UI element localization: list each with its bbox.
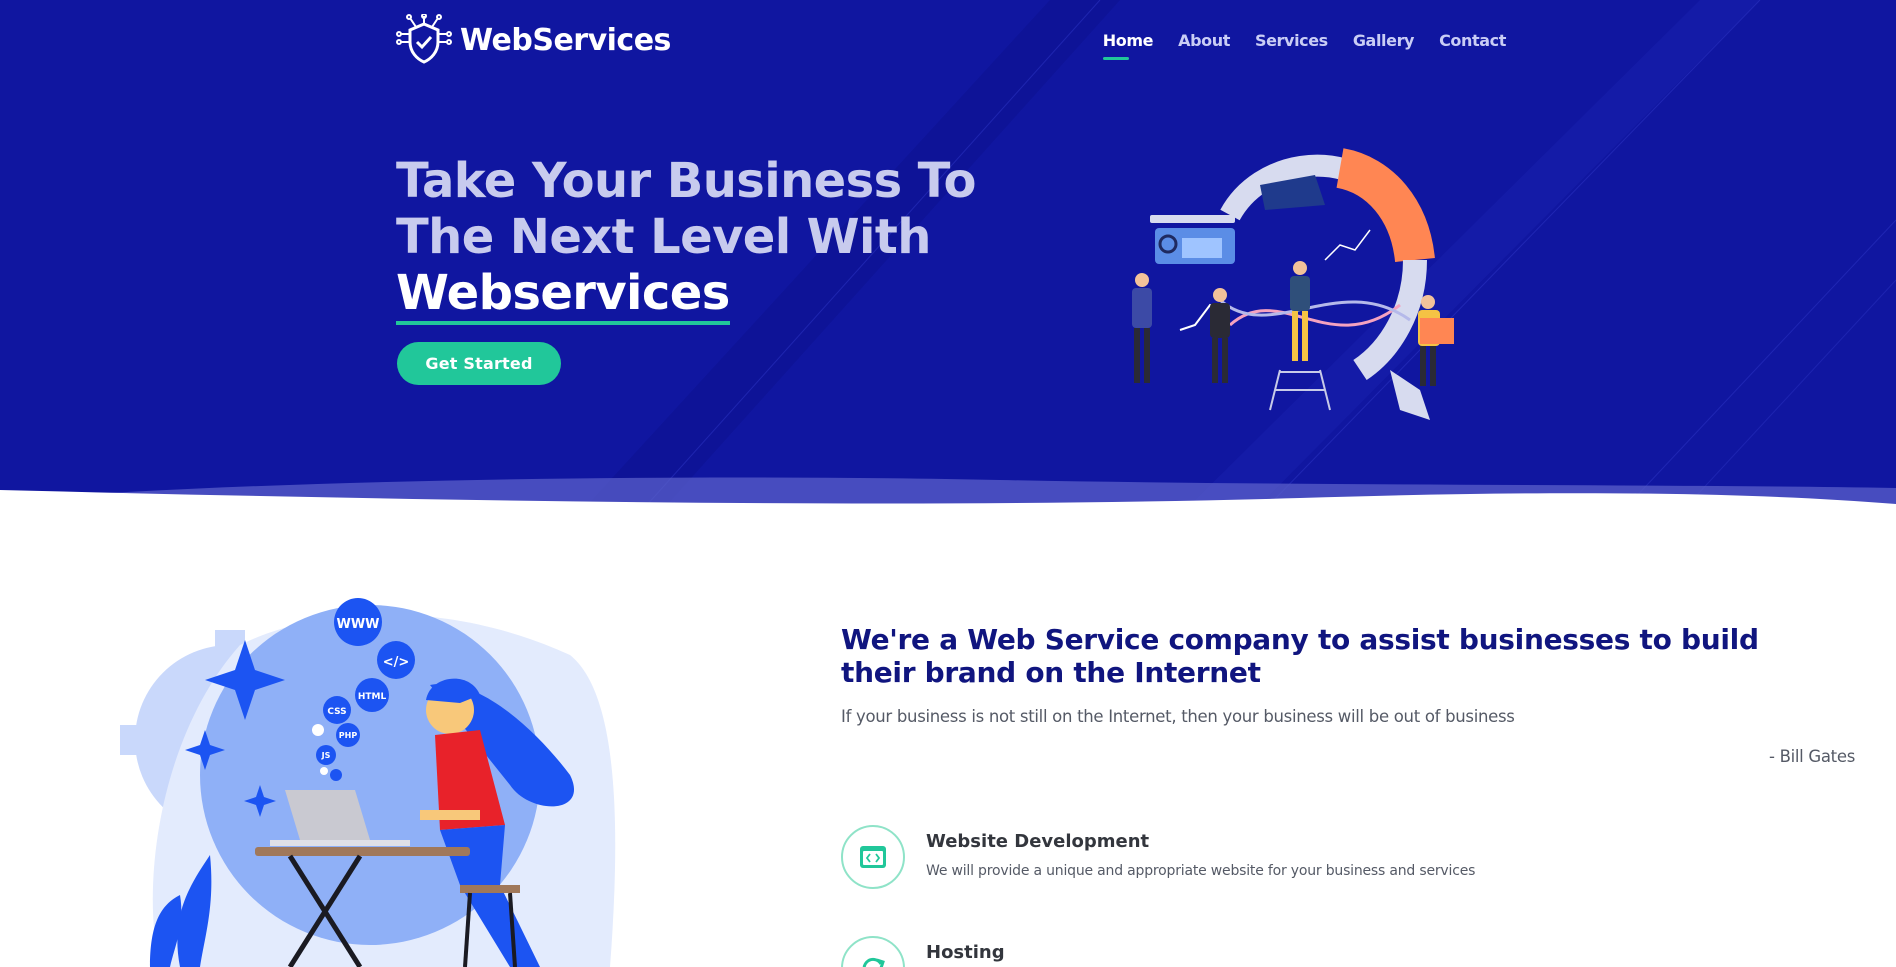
woman-coding-laptop-illustration: WWW </> HTML CSS PHP JS bbox=[120, 598, 616, 967]
service-title: Website Development bbox=[926, 831, 1150, 852]
bubble-www: WWW bbox=[336, 617, 379, 632]
nav-home[interactable]: Home bbox=[1102, 31, 1153, 60]
get-started-button[interactable]: Get Started bbox=[397, 342, 561, 385]
nav-contact[interactable]: Contact bbox=[1439, 31, 1506, 50]
main-menu: Home About Services Gallery Contact bbox=[1102, 31, 1506, 60]
about-heading: We're a Web Service company to assist bu… bbox=[841, 623, 1759, 689]
brand-logo[interactable]: WebServices bbox=[396, 14, 671, 66]
shield-circuit-icon bbox=[396, 14, 452, 64]
bubble-js: JS bbox=[321, 751, 331, 760]
brand-name: WebServices bbox=[460, 22, 671, 58]
service-desc: We will provide a unique and appropriate… bbox=[926, 863, 1476, 879]
nav-services[interactable]: Services bbox=[1255, 31, 1328, 50]
bubble-css: CSS bbox=[327, 707, 346, 717]
hero-title-brand: Webservices bbox=[396, 265, 730, 325]
hero-title-line1: Take Your Business To bbox=[396, 153, 976, 209]
navbar: WebServices Home About Services Gallery … bbox=[396, 14, 1506, 69]
bubble-php: PHP bbox=[339, 731, 358, 740]
bubble-html: HTML bbox=[358, 692, 387, 702]
quote-author: - Bill Gates bbox=[1768, 747, 1855, 766]
about-quote: If your business is not still on the Int… bbox=[841, 707, 1515, 726]
team-analytics-illustration bbox=[1132, 148, 1454, 420]
hero-section: WebServices Home About Services Gallery … bbox=[0, 0, 1896, 535]
nav-about[interactable]: About bbox=[1178, 31, 1230, 50]
hero-title-line2: The Next Level With bbox=[396, 209, 931, 265]
code-window-icon bbox=[841, 825, 905, 889]
service-title: Hosting bbox=[926, 942, 1005, 963]
hero-title: Take Your Business To The Next Level Wit… bbox=[396, 153, 1016, 325]
nav-gallery[interactable]: Gallery bbox=[1353, 31, 1415, 50]
hero-wave bbox=[0, 477, 1896, 535]
refresh-icon bbox=[841, 936, 905, 967]
bubble-code: </> bbox=[383, 655, 410, 670]
